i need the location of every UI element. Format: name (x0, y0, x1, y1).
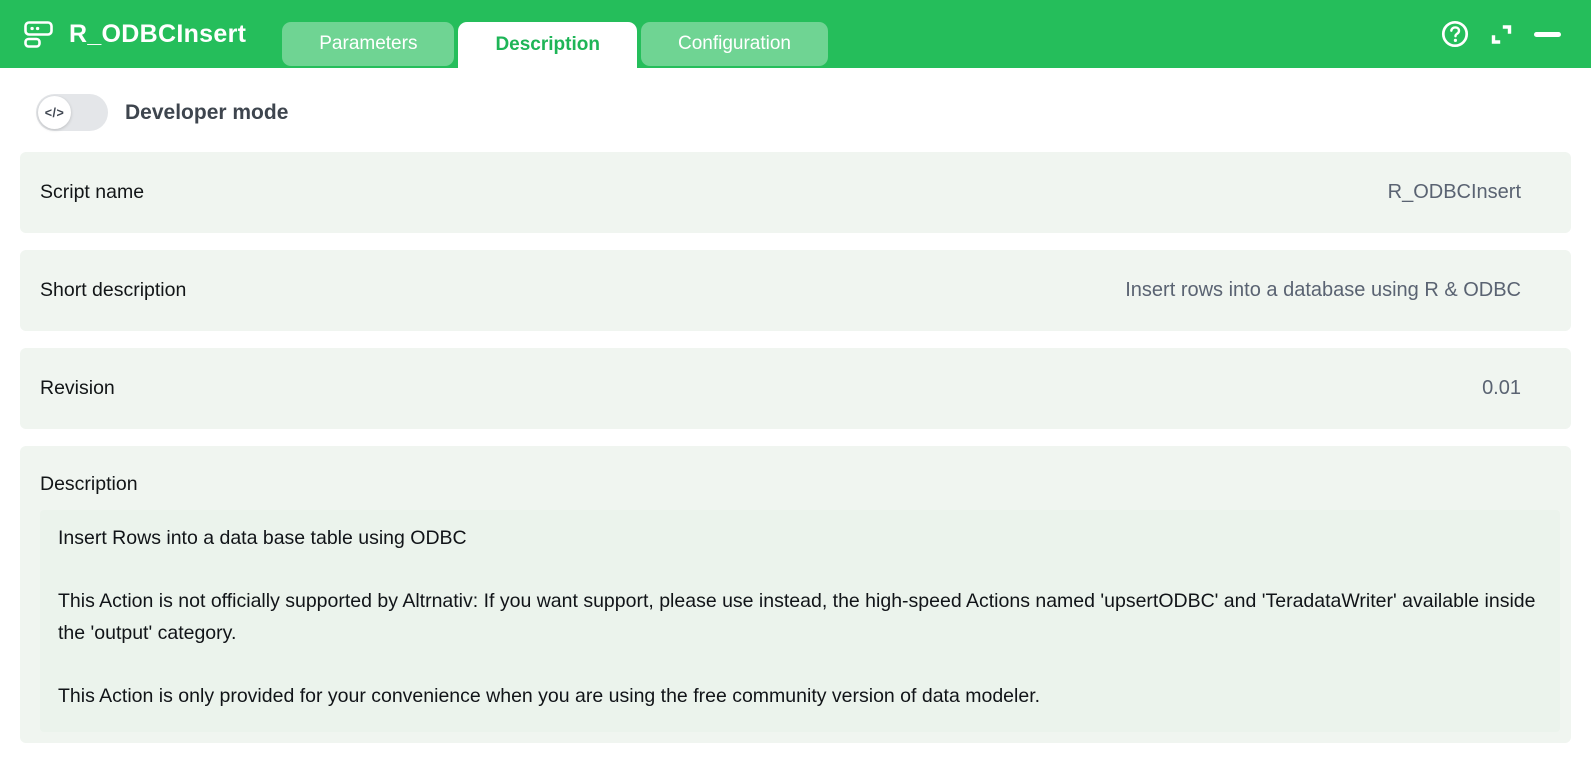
field-row-revision[interactable]: Revision 0.01 (20, 348, 1571, 429)
description-paragraph: This Action is only provided for your co… (58, 685, 1041, 707)
description-section: Description Insert Rows into a data base… (20, 446, 1571, 743)
help-button[interactable] (1441, 20, 1469, 48)
window-controls (1441, 0, 1561, 68)
field-row-short-description[interactable]: Short description Insert rows into a dat… (20, 250, 1571, 331)
short-description-value: Insert rows into a database using R & OD… (1125, 279, 1521, 301)
field-row-script-name[interactable]: Script name R_ODBCInsert (20, 152, 1571, 233)
toggle-knob: </> (38, 96, 71, 129)
description-paragraph: Insert Rows into a data base table using… (58, 527, 467, 549)
developer-mode-toggle[interactable]: </> (36, 94, 108, 131)
tab-configuration-label: Configuration (677, 33, 792, 54)
developer-mode-row: </> Developer mode (36, 94, 1591, 131)
tab-description[interactable]: Description (458, 22, 637, 68)
description-textarea[interactable]: Insert Rows into a data base table using… (40, 510, 1560, 732)
tab-description-label: Description (495, 34, 600, 55)
tab-configuration[interactable]: Configuration (640, 22, 829, 66)
tab-bar: Parameters Description Configuration (282, 0, 829, 68)
action-dialog: R_ODBCInsert Parameters Description Conf… (0, 0, 1591, 771)
description-tab-panel: </> Developer mode Script name R_ODBCIns… (0, 68, 1591, 743)
script-name-value: R_ODBCInsert (1387, 181, 1521, 203)
server-icon (23, 18, 55, 50)
tab-parameters-label: Parameters (319, 33, 418, 54)
short-description-label: Short description (40, 279, 187, 301)
expand-button[interactable] (1488, 21, 1515, 48)
tab-parameters[interactable]: Parameters (282, 22, 455, 66)
description-label: Description (40, 473, 138, 495)
expand-icon (1491, 24, 1512, 44)
developer-mode-label: Developer mode (125, 100, 289, 124)
revision-value: 0.01 (1482, 377, 1521, 399)
help-icon (1441, 20, 1469, 48)
code-icon: </> (44, 105, 65, 120)
description-paragraph: This Action is not officially supported … (58, 590, 1536, 644)
script-name-label: Script name (40, 181, 145, 203)
revision-label: Revision (40, 377, 115, 399)
title-bar: R_ODBCInsert Parameters Description Conf… (0, 0, 1591, 68)
minimize-button[interactable] (1534, 31, 1561, 37)
minimize-icon (1534, 31, 1561, 37)
window-title: R_ODBCInsert (69, 19, 247, 48)
